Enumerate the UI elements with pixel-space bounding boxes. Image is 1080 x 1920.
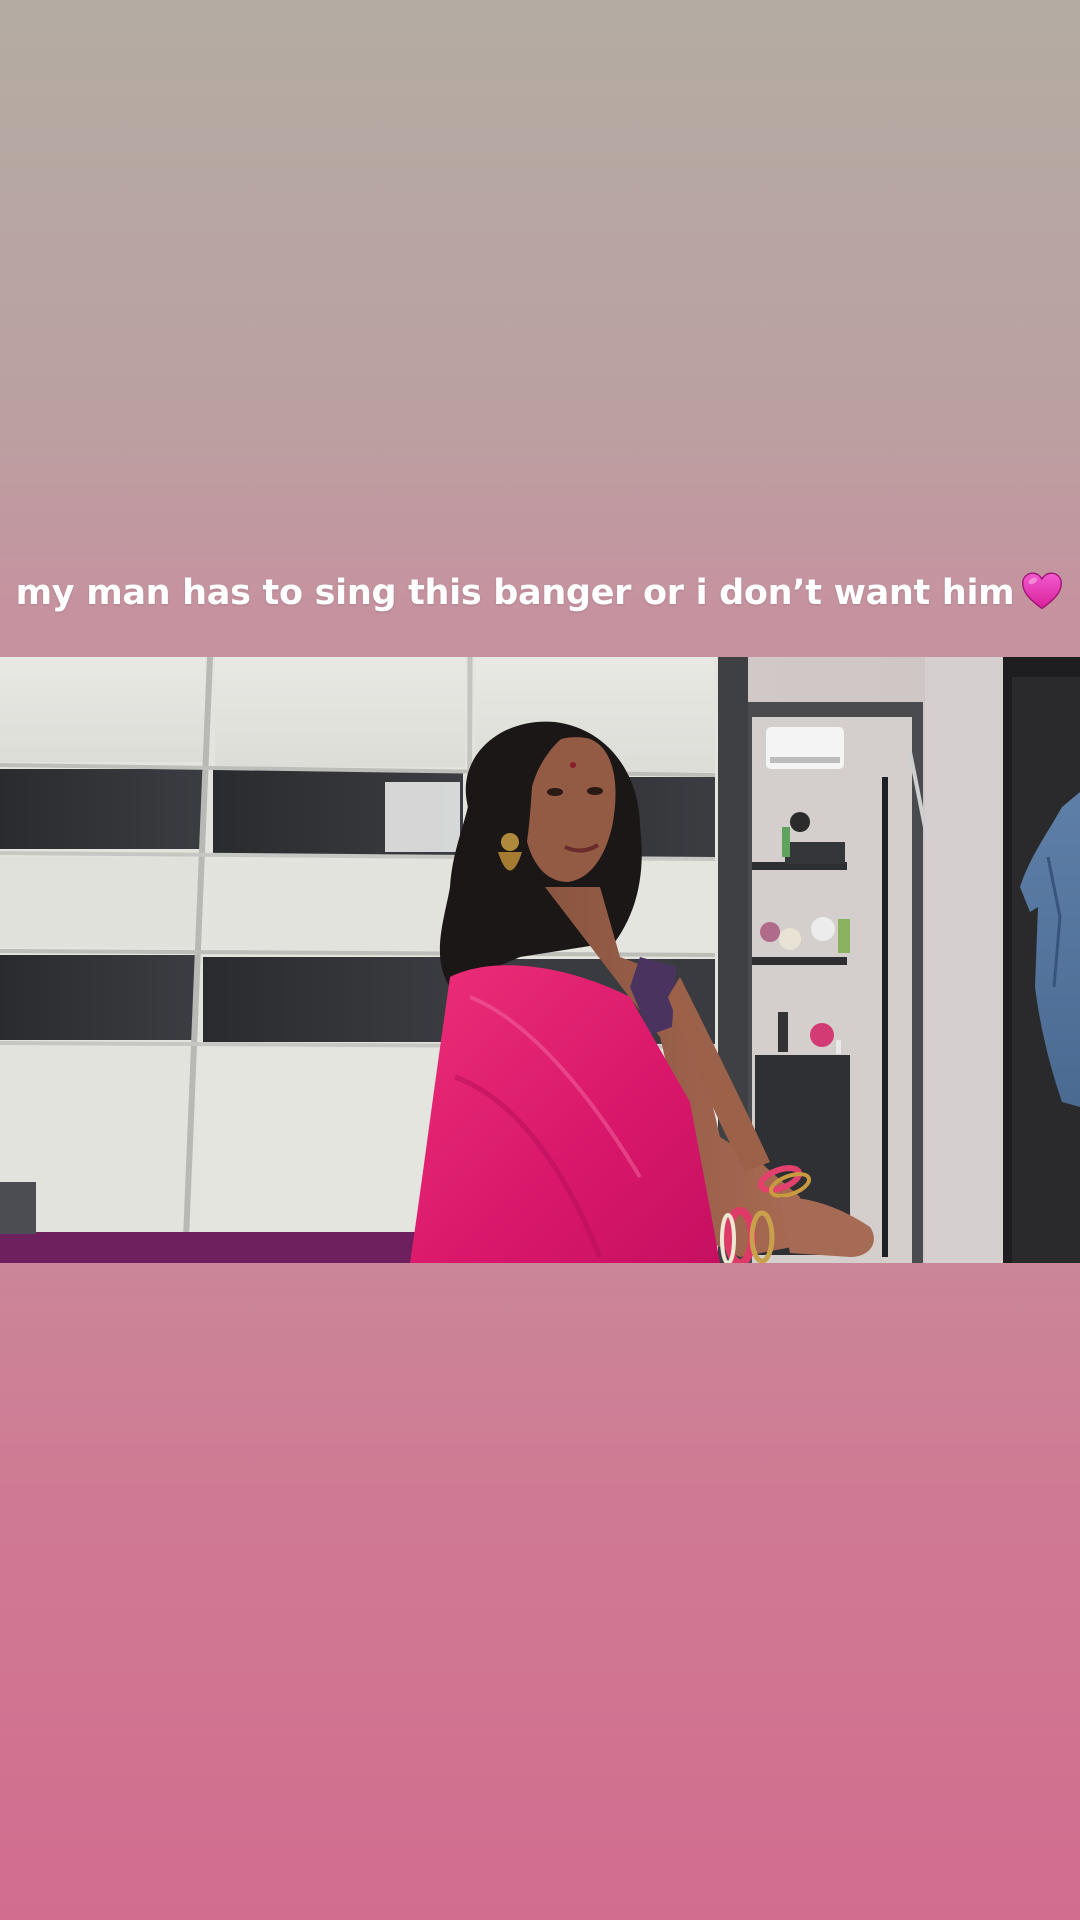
bed xyxy=(0,1232,420,1263)
video-frame-image xyxy=(0,657,1080,1263)
door xyxy=(1003,657,1080,1263)
video-player[interactable] xyxy=(0,657,1080,1263)
wall xyxy=(925,657,1005,1263)
side-table xyxy=(0,1182,36,1234)
caption-text: my man has to sing this banger or i don’… xyxy=(15,573,1015,613)
story-caption: my man has to sing this banger or i don’… xyxy=(0,560,1080,626)
pink-heart-icon xyxy=(1022,572,1063,610)
